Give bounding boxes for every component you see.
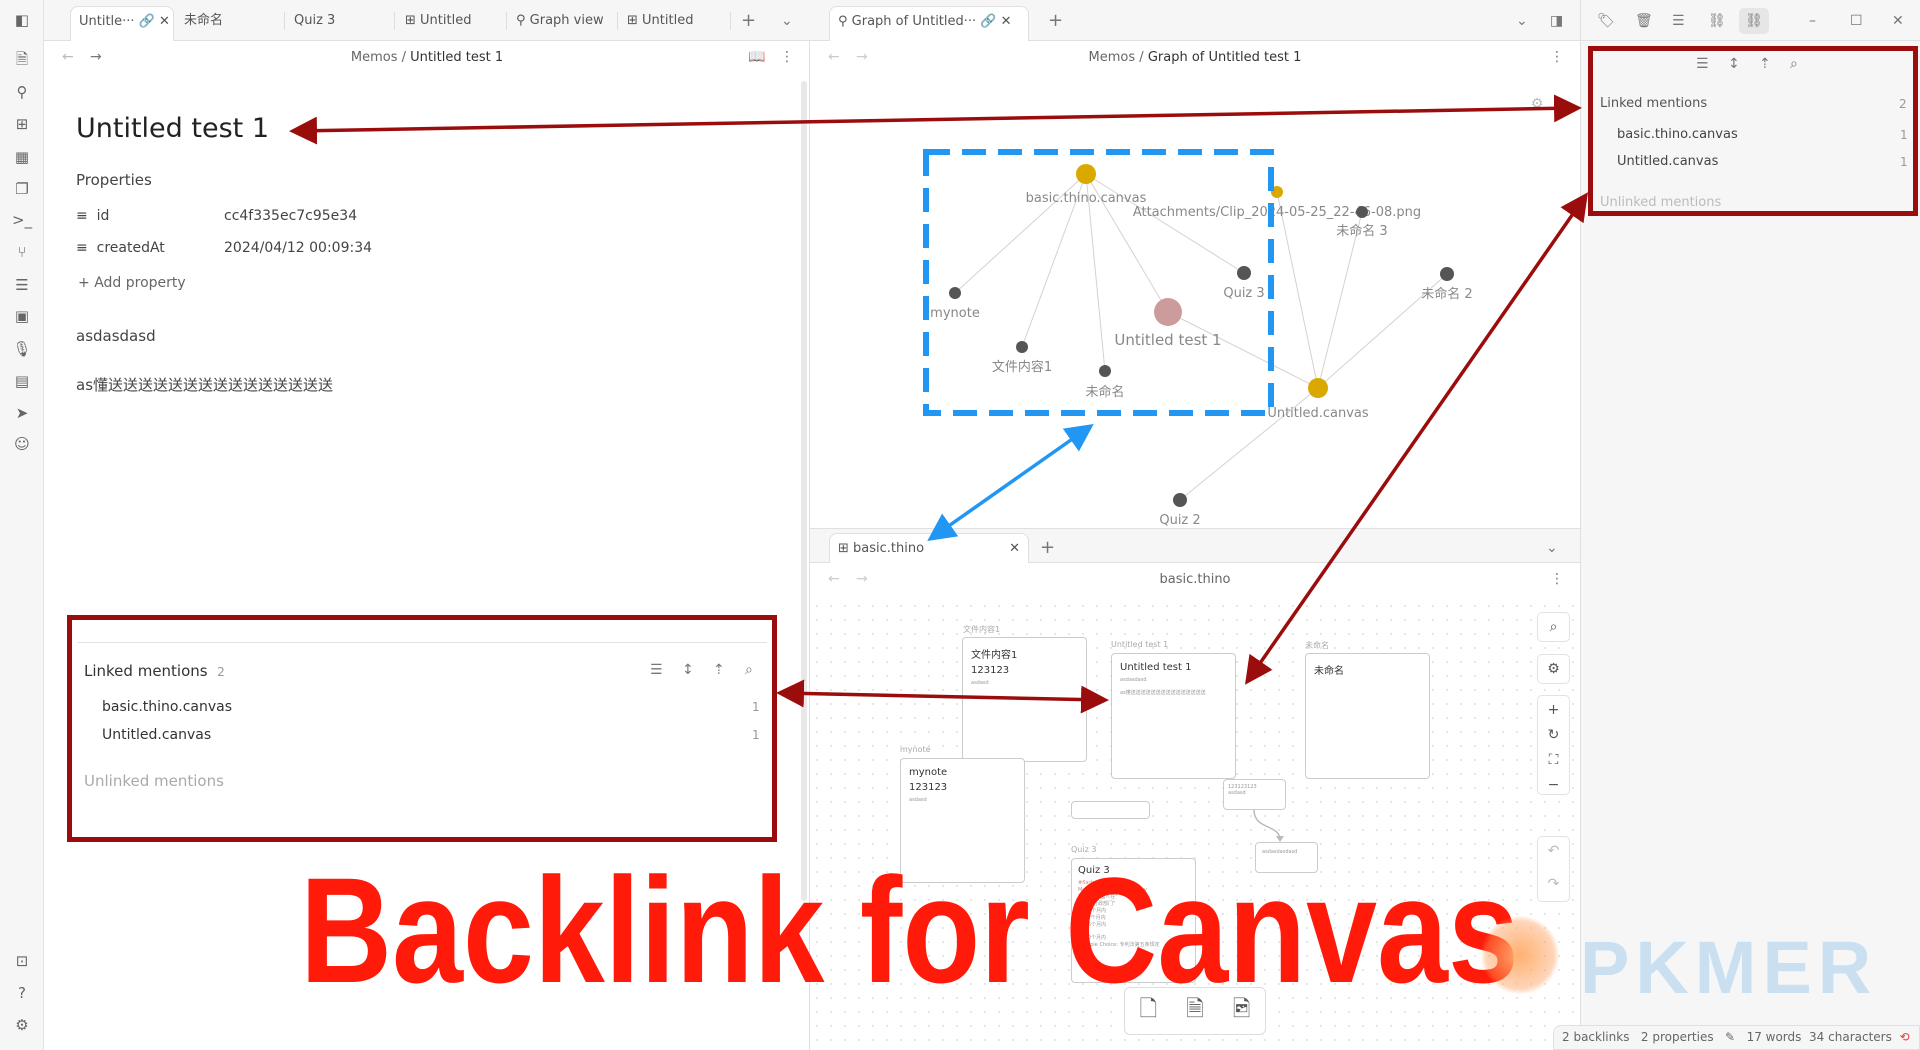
redo-button[interactable]: ↷ [1538,870,1569,903]
outgoing-links-icon[interactable]: ⛓ [1708,6,1726,41]
expand-icon[interactable]: ↕ [1728,56,1740,72]
linked-count: 2 [1899,97,1907,111]
canvas-card-file1[interactable]: 文件内容1 123123 asdasd [962,637,1087,762]
zoom-to-fit-button[interactable]: ⛶ [1538,746,1569,771]
backlink-count: 1 [1900,128,1908,142]
card-title: mynote [909,767,948,778]
sort-icon[interactable]: ⇡ [1759,56,1771,72]
graph-node-file1 [1016,341,1028,353]
canvas-tab-bar: ⊞ basic.thino ✕ + ⌄ [810,529,1580,563]
card-text: asdasdasd [1120,677,1147,683]
graph-edge [1085,173,1245,274]
card-text: 123123 [909,782,948,793]
graph-label: 未命名 [1085,384,1124,400]
canvas-card-empty[interactable] [1071,801,1150,819]
unlinked-mentions-header[interactable]: Unlinked mentions [1600,195,1721,210]
tab-label: basic.thino [853,541,925,556]
more-options-icon[interactable]: ⋮ [1550,571,1564,587]
undo-button[interactable]: ↶ [1538,837,1569,870]
edit-mode-icon[interactable]: ✎ [1725,1030,1735,1044]
graph-label: Attachments/Clip_2024-05-25_22-46-08.png [1133,205,1421,220]
pkmer-logo [1480,915,1560,995]
canvas-edge [1253,810,1284,842]
list-icon[interactable]: ☰ [1696,56,1709,72]
card-label: 文件内容1 [963,625,1001,634]
graph-label: 未命名 3 [1336,223,1387,239]
graph-label: Untitled test 1 [1114,331,1221,349]
graph-edge [1276,191,1319,389]
minimize-button[interactable]: – [1809,6,1816,41]
canvas-card-untitled-test-1[interactable]: Untitled test 1 asdasdasd as懂送送送送送送送送送送送送送… [1111,653,1236,779]
sidebar-tab-bar: 🏷 🗑 ☰ ⛓ ⛓ – ☐ ✕ [1580,0,1920,41]
canvas-history-group: ↶ ↷ [1537,836,1570,902]
graph-node-basic-thino [1076,164,1096,184]
linked-mentions-header[interactable]: Linked mentions [1600,96,1707,111]
maximize-button[interactable]: ☐ [1850,6,1863,41]
card-text: 123123 [971,665,1010,676]
card-text: asdasd [909,797,927,803]
right-sidebar: ☰ ↕ ⇡ ⌕ Linked mentions 2 basic.thino.ca… [1580,41,1920,1050]
canvas-settings-button[interactable]: ⚙ [1537,654,1570,684]
graph-node-untitled-test-1 [1154,298,1182,326]
reset-zoom-button[interactable]: ↻ [1538,721,1569,746]
canvas-search-button[interactable]: ⌕ [1537,612,1570,642]
card-title: 文件内容1 [971,650,1018,661]
backlink-item[interactable]: basic.thino.canvas [1617,127,1738,142]
status-properties[interactable]: 2 properties [1641,1030,1714,1044]
graph-node-mynote [949,287,961,299]
tab-basic-thino[interactable]: ⊞ basic.thino ✕ [829,533,1029,563]
backlink-count: 1 [1900,155,1908,169]
status-characters: 34 characters [1809,1030,1892,1044]
canvas-header: ← → basic.thino ⋮ [810,563,1580,599]
backlinks-icon[interactable]: ⛓ [1739,8,1769,34]
card-text: asdasd [971,680,989,686]
archive-icon[interactable]: 🗑 [1635,6,1653,41]
card-text: asdasd [1228,790,1246,796]
zoom-in-button[interactable]: + [1538,696,1569,721]
card-label: Untitled test 1 [1111,640,1169,649]
card-text: as懂送送送送送送送送送送送送送送送 [1120,690,1206,696]
canvas-zoom-group: + ↻ ⛶ − [1537,695,1570,795]
graph-label: mynote [930,306,980,321]
card-label: 未命名 [1305,641,1329,650]
status-words: 17 words [1746,1030,1802,1044]
outline-icon[interactable]: ☰ [1672,6,1685,41]
backlink-item[interactable]: Untitled.canvas [1617,154,1718,169]
card-label: mynote [900,745,931,754]
headline-overlay: Backlink for Canvas [300,846,1519,1014]
graph-node-attachment [1271,186,1283,198]
sync-error-icon[interactable]: ⟲ [1900,1030,1910,1044]
graph-node-unnamed3 [1356,206,1368,218]
graph-label: Untitled.canvas [1267,406,1369,421]
graph-edge [1179,387,1319,501]
close-window-button[interactable]: ✕ [1892,6,1904,41]
close-icon[interactable]: ✕ [1009,534,1020,564]
graph-label: basic.thino.canvas [1026,191,1147,206]
graph-node-unnamed [1099,365,1111,377]
graph-label: 文件内容1 [992,359,1052,375]
graph-node-quiz3 [1237,266,1251,280]
graph-edge [1167,311,1319,389]
watermark: PKMER [1580,926,1878,1009]
canvas-card-small[interactable]: 123123123 asdasd [1223,779,1286,810]
graph-node-quiz2 [1173,493,1187,507]
tags-icon[interactable]: 🏷 [1597,6,1615,41]
canvas-card-unnamed[interactable]: 未命名 [1305,653,1430,779]
search-icon[interactable]: ⌕ [1790,56,1798,72]
graph-label: Quiz 2 [1159,513,1200,528]
status-bar: 2 backlinks 2 properties ✎ 17 words 34 c… [1553,1025,1920,1050]
status-backlinks[interactable]: 2 backlinks [1562,1030,1629,1044]
zoom-out-button[interactable]: − [1538,771,1569,796]
card-title: Untitled test 1 [1120,662,1192,673]
graph-label: Quiz 3 [1223,286,1264,301]
graph-node-untitled-canvas [1308,378,1328,398]
card-title: 未命名 [1314,666,1344,677]
canvas-title: basic.thino [1159,572,1231,587]
sidebar-backlinks-panel: ☰ ↕ ⇡ ⌕ Linked mentions 2 basic.thino.ca… [1588,46,1918,216]
graph-node-unnamed2 [1440,267,1454,281]
canvas-icon: ⊞ [838,541,849,556]
graph-label: 未命名 2 [1421,286,1472,302]
